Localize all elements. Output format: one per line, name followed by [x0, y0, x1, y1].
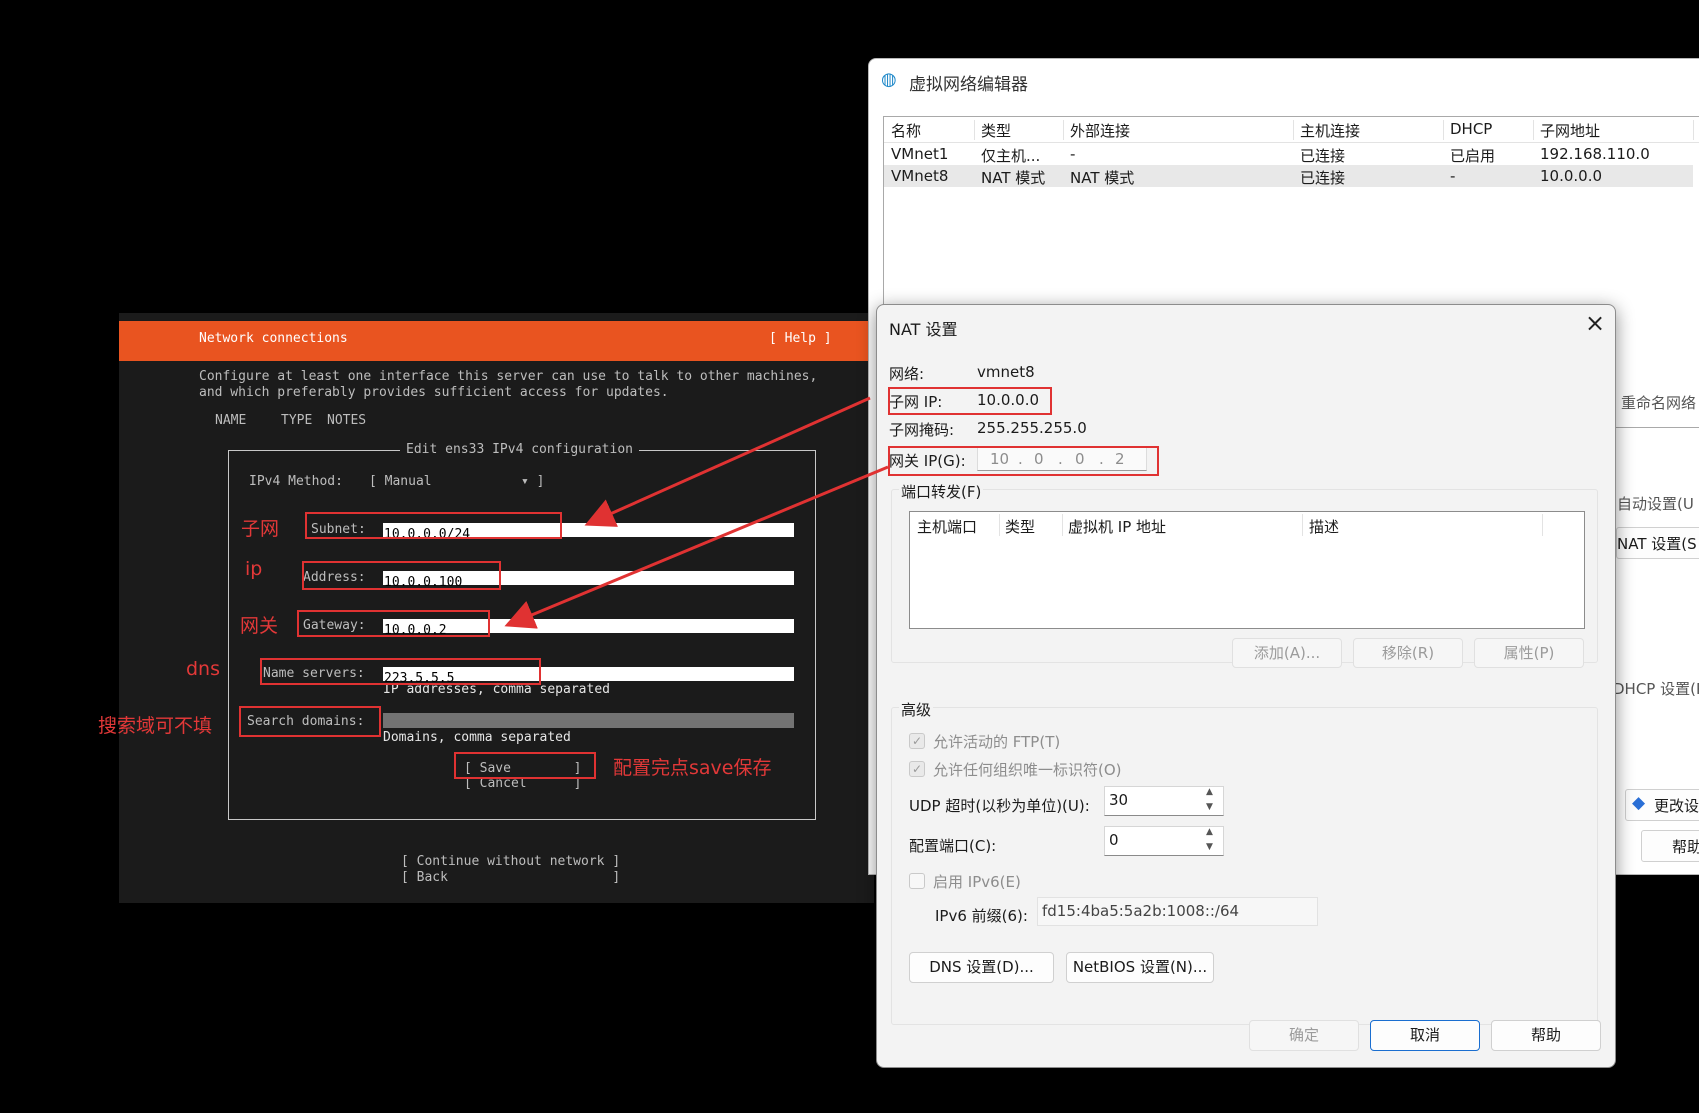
arrow-gateway	[504, 465, 889, 629]
arrow-subnet	[584, 396, 871, 527]
annotation-arrows	[504, 396, 889, 629]
